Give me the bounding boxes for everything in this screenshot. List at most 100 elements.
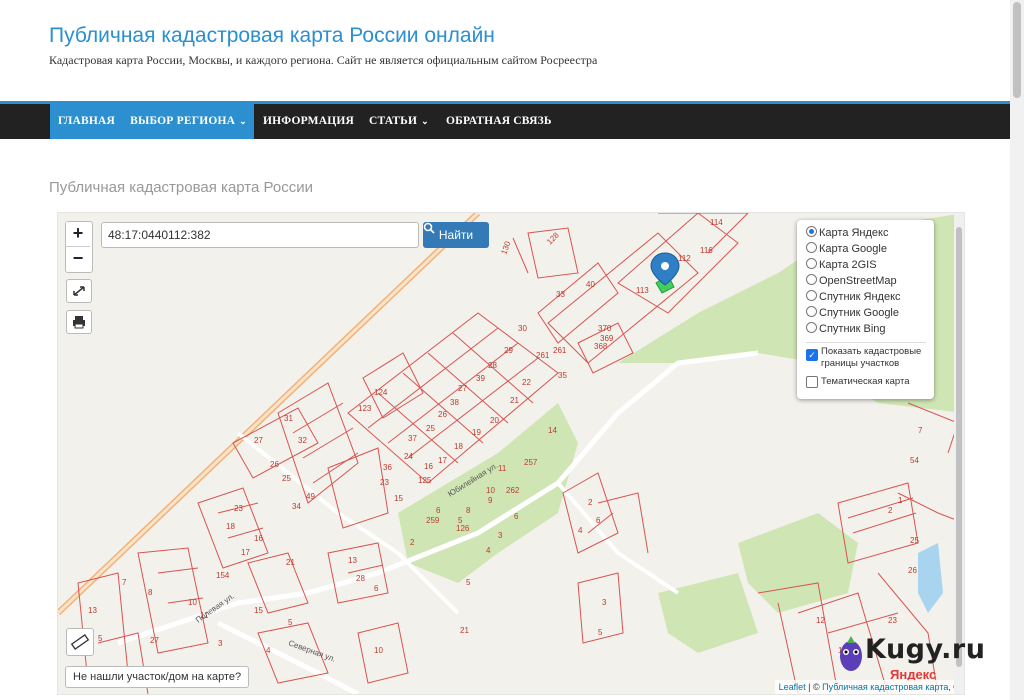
svg-text:11: 11	[498, 464, 507, 473]
nav-item-home[interactable]: ГЛАВНАЯ	[50, 104, 123, 139]
cadastre-overlay-checkbox[interactable]: ✓	[806, 349, 818, 361]
layer-option-yandex-map[interactable]: Карта Яндекс	[806, 225, 888, 241]
svg-text:27: 27	[254, 436, 263, 445]
layer-option-yandex-satellite[interactable]: Спутник Яндекс	[806, 289, 901, 305]
svg-text:38: 38	[450, 398, 459, 407]
nav-item-feedback[interactable]: ОБРАТНАЯ СВЯЗЬ	[446, 104, 552, 139]
watermark-text: Kugy.ru	[865, 634, 986, 665]
layer-option-osm[interactable]: OpenStreetMap	[806, 273, 897, 289]
svg-text:13: 13	[348, 556, 357, 565]
leaflet-link[interactable]: Leaflet	[779, 682, 806, 692]
map-marker-icon[interactable]	[650, 252, 680, 286]
svg-text:10: 10	[374, 646, 383, 655]
nav-item-label: ВЫБОР РЕГИОНА	[130, 115, 236, 127]
fullscreen-icon	[73, 286, 85, 296]
scrollbar-thumb[interactable]	[1013, 2, 1021, 98]
svg-text:54: 54	[910, 456, 919, 465]
layer-option-bing-satellite[interactable]: Спутник Bing	[806, 321, 886, 337]
search-button[interactable]: Найти	[423, 222, 489, 248]
chevron-down-icon: ⌄	[421, 116, 429, 126]
svg-text:5: 5	[466, 578, 471, 587]
svg-text:261: 261	[536, 351, 550, 360]
svg-text:7: 7	[918, 426, 923, 435]
svg-text:17: 17	[438, 456, 447, 465]
svg-text:8: 8	[466, 506, 471, 515]
cadastral-search-input[interactable]: 48:17:0440112:382	[101, 222, 419, 248]
svg-text:14: 14	[548, 426, 557, 435]
radio-icon	[806, 306, 817, 317]
svg-text:37: 37	[408, 434, 417, 443]
measure-button[interactable]	[66, 628, 94, 656]
radio-icon	[806, 322, 817, 333]
nav-item-articles[interactable]: СТАТЬИ ⌄	[369, 104, 429, 139]
svg-text:13: 13	[88, 606, 97, 615]
water-area	[918, 543, 943, 613]
svg-text:34: 34	[292, 502, 301, 511]
svg-text:124: 124	[374, 388, 388, 397]
svg-text:114: 114	[710, 218, 723, 227]
svg-text:18: 18	[454, 442, 463, 451]
map-attribution: Leaflet | © Публичная кадастровая карта,…	[774, 680, 964, 694]
not-found-button[interactable]: Не нашли участок/дом на карте?	[65, 666, 250, 688]
map-container[interactable]: 130 128 114 116 112 113 33 40 30 261 261…	[57, 212, 965, 695]
svg-text:5: 5	[288, 618, 293, 627]
layer-label: Спутник Google	[819, 307, 899, 319]
svg-text:28: 28	[356, 574, 365, 583]
svg-text:10: 10	[188, 598, 197, 607]
fullscreen-button[interactable]	[66, 279, 92, 303]
nav-item-info[interactable]: ИНФОРМАЦИЯ	[263, 104, 354, 139]
layer-option-2gis-map[interactable]: Карта 2GIS	[806, 257, 877, 273]
svg-text:23: 23	[380, 478, 389, 487]
svg-text:6: 6	[596, 516, 601, 525]
svg-text:3: 3	[602, 598, 607, 607]
print-button[interactable]	[66, 310, 92, 334]
radio-icon	[806, 290, 817, 301]
site-header: Публичная кадастровая карта России онлай…	[0, 0, 1010, 101]
map-scrollbar-thumb[interactable]	[956, 227, 962, 667]
svg-text:15: 15	[394, 494, 403, 503]
svg-text:31: 31	[284, 414, 293, 423]
nav-item-region[interactable]: ВЫБОР РЕГИОНА ⌄	[123, 104, 254, 139]
svg-text:26: 26	[908, 566, 917, 575]
svg-text:16: 16	[424, 462, 433, 471]
thematic-overlay-label[interactable]: Тематическая карта	[821, 376, 909, 388]
svg-text:261: 261	[553, 346, 567, 355]
search-button-label: Найти	[438, 228, 474, 242]
page-scrollbar[interactable]	[1010, 0, 1024, 700]
cadastre-overlay-label[interactable]: Показать кадастровые границы участков	[821, 346, 921, 370]
svg-text:25: 25	[426, 424, 435, 433]
svg-text:259: 259	[426, 516, 440, 525]
layer-option-google-map[interactable]: Карта Google	[806, 241, 887, 257]
svg-text:17: 17	[241, 548, 250, 557]
svg-text:370: 370	[598, 324, 612, 333]
chevron-down-icon: ⌄	[239, 116, 247, 126]
cadastre-label-line2: границы участков	[821, 358, 900, 369]
svg-text:10: 10	[486, 486, 495, 495]
layer-divider	[806, 342, 926, 343]
layer-option-google-satellite[interactable]: Спутник Google	[806, 305, 899, 321]
site-title[interactable]: Публичная кадастровая карта России онлай…	[49, 24, 495, 48]
cadastre-map-link[interactable]: Публичная кадастровая карта	[822, 682, 948, 692]
svg-text:23: 23	[888, 616, 897, 625]
print-icon	[73, 316, 85, 329]
thematic-overlay-checkbox[interactable]	[806, 376, 818, 388]
svg-text:35: 35	[558, 371, 567, 380]
svg-text:9: 9	[488, 496, 493, 505]
svg-text:20: 20	[490, 416, 499, 425]
svg-text:36: 36	[383, 463, 392, 472]
zoom-in-button[interactable]: +	[66, 222, 90, 247]
layer-label: Карта 2GIS	[819, 259, 877, 271]
svg-text:19: 19	[472, 428, 481, 437]
svg-text:40: 40	[586, 280, 595, 289]
svg-text:21: 21	[510, 396, 519, 405]
svg-text:126: 126	[456, 524, 470, 533]
svg-text:21: 21	[460, 626, 469, 635]
nav-item-label: ОБРАТНАЯ СВЯЗЬ	[446, 115, 552, 127]
radio-icon	[806, 274, 817, 285]
svg-text:49: 49	[306, 492, 315, 501]
svg-text:27: 27	[458, 384, 467, 393]
svg-text:5: 5	[598, 628, 603, 637]
zoom-out-button[interactable]: −	[66, 247, 90, 271]
svg-text:5: 5	[98, 634, 103, 643]
map-scrollbar[interactable]	[954, 213, 964, 694]
